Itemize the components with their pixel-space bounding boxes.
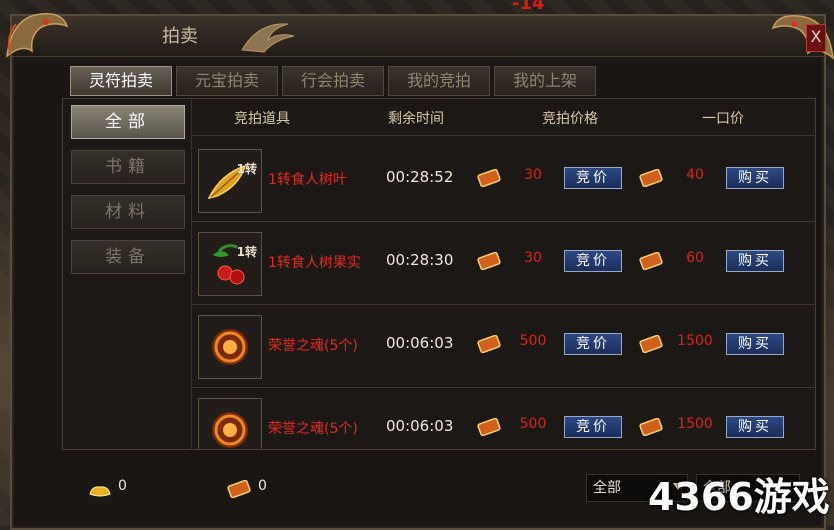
- bid-price: 500: [519, 333, 547, 349]
- category-all[interactable]: 全部: [71, 105, 185, 139]
- talisman-currency-icon: [227, 480, 251, 498]
- buy-button[interactable]: 购买: [726, 333, 784, 355]
- buyout-price: 60: [686, 250, 704, 266]
- gold-balance: 0: [118, 478, 127, 494]
- soul-orb-icon: [212, 329, 248, 365]
- bid-button[interactable]: 竞价: [564, 250, 622, 272]
- list-item[interactable]: 1转 1转食人树果实 00:28:30 30 竞价 60 购买: [192, 222, 814, 305]
- filter-value: 全部: [593, 480, 621, 496]
- talisman-currency-icon: [477, 418, 501, 436]
- list-item[interactable]: 荣誉之魂(5个) 00:06:03 500 竞价 1500 购买: [192, 388, 814, 449]
- buy-button[interactable]: 购买: [726, 250, 784, 272]
- talisman-currency-icon: [477, 169, 501, 187]
- talisman-balance: 0: [258, 478, 267, 494]
- buy-button[interactable]: 购买: [726, 167, 784, 189]
- time-remaining: 00:06:03: [386, 334, 454, 352]
- item-name: 1转食人树果实: [268, 255, 361, 271]
- talisman-currency-icon: [639, 169, 663, 187]
- list-header: 竞拍道具 剩余时间 竞拍价格 一口价: [192, 99, 814, 136]
- buyout-price: 40: [686, 167, 704, 183]
- tab-ingot-auction[interactable]: 元宝拍卖: [176, 66, 278, 96]
- auction-tabs: 灵符拍卖 元宝拍卖 行会拍卖 我的竞拍 我的上架: [70, 66, 596, 96]
- item-slot[interactable]: [198, 315, 262, 379]
- bid-price: 30: [524, 167, 542, 183]
- column-time: 剩余时间: [388, 111, 444, 127]
- gold-ingot-icon: [89, 486, 111, 497]
- time-remaining: 00:06:03: [386, 417, 454, 435]
- auction-content: 全部 书籍 材料 装备 竞拍道具 剩余时间 竞拍价格 一口价 1转 1转食人树叶…: [62, 98, 816, 450]
- buyout-price: 1500: [677, 416, 713, 432]
- talisman-currency-icon: [477, 252, 501, 270]
- time-remaining: 00:28:52: [386, 168, 454, 186]
- bid-price: 500: [519, 416, 547, 432]
- tab-guild-auction[interactable]: 行会拍卖: [282, 66, 384, 96]
- title-bar[interactable]: 拍卖 X: [6, 13, 834, 60]
- talisman-currency-icon: [639, 418, 663, 436]
- bid-button[interactable]: 竞价: [564, 416, 622, 438]
- auction-window: 拍卖 X 灵符拍卖 元宝拍卖 行会拍卖 我的竞拍 我的上架 全部 书籍 材料 装…: [6, 13, 834, 530]
- bid-price: 30: [524, 250, 542, 266]
- item-slot[interactable]: 1转: [198, 149, 262, 213]
- tab-my-bids[interactable]: 我的竞拍: [388, 66, 490, 96]
- column-item: 竞拍道具: [234, 111, 290, 127]
- talisman-currency-icon: [639, 335, 663, 353]
- buyout-price: 1500: [677, 333, 713, 349]
- tab-talisman-auction[interactable]: 灵符拍卖: [70, 66, 172, 96]
- tier-badge: 1转: [236, 162, 257, 176]
- auction-list[interactable]: 竞拍道具 剩余时间 竞拍价格 一口价 1转 1转食人树叶 00:28:52 30: [191, 99, 814, 449]
- list-item[interactable]: 1转 1转食人树叶 00:28:52 30 竞价 40 购买: [192, 139, 814, 222]
- bid-button[interactable]: 竞价: [564, 333, 622, 355]
- window-title: 拍卖: [162, 26, 198, 47]
- category-equipment[interactable]: 装备: [71, 240, 185, 274]
- item-name: 荣誉之魂(5个): [268, 421, 358, 437]
- bid-button[interactable]: 竞价: [564, 167, 622, 189]
- category-sidebar: 全部 书籍 材料 装备: [71, 105, 187, 285]
- soul-orb-icon: [212, 412, 248, 448]
- close-button[interactable]: X: [806, 24, 826, 52]
- damage-number: -14: [512, 0, 545, 14]
- site-watermark: 4366游戏: [648, 475, 830, 519]
- swirl-ornament-icon: [241, 23, 295, 53]
- buy-button[interactable]: 购买: [726, 416, 784, 438]
- column-bid: 竞拍价格: [542, 111, 598, 127]
- tab-my-listings[interactable]: 我的上架: [494, 66, 596, 96]
- category-materials[interactable]: 材料: [71, 195, 185, 229]
- time-remaining: 00:28:30: [386, 251, 454, 269]
- list-item[interactable]: 荣誉之魂(5个) 00:06:03 500 竞价 1500 购买: [192, 305, 814, 388]
- category-books[interactable]: 书籍: [71, 150, 185, 184]
- column-buyout: 一口价: [702, 111, 744, 127]
- item-name: 1转食人树叶: [268, 172, 347, 188]
- item-name: 荣誉之魂(5个): [268, 338, 358, 354]
- item-slot[interactable]: 1转: [198, 232, 262, 296]
- talisman-currency-icon: [639, 252, 663, 270]
- dragon-ornament-icon: [6, 13, 69, 58]
- item-slot[interactable]: [198, 398, 262, 449]
- talisman-currency-icon: [477, 335, 501, 353]
- tier-badge: 1转: [236, 245, 257, 259]
